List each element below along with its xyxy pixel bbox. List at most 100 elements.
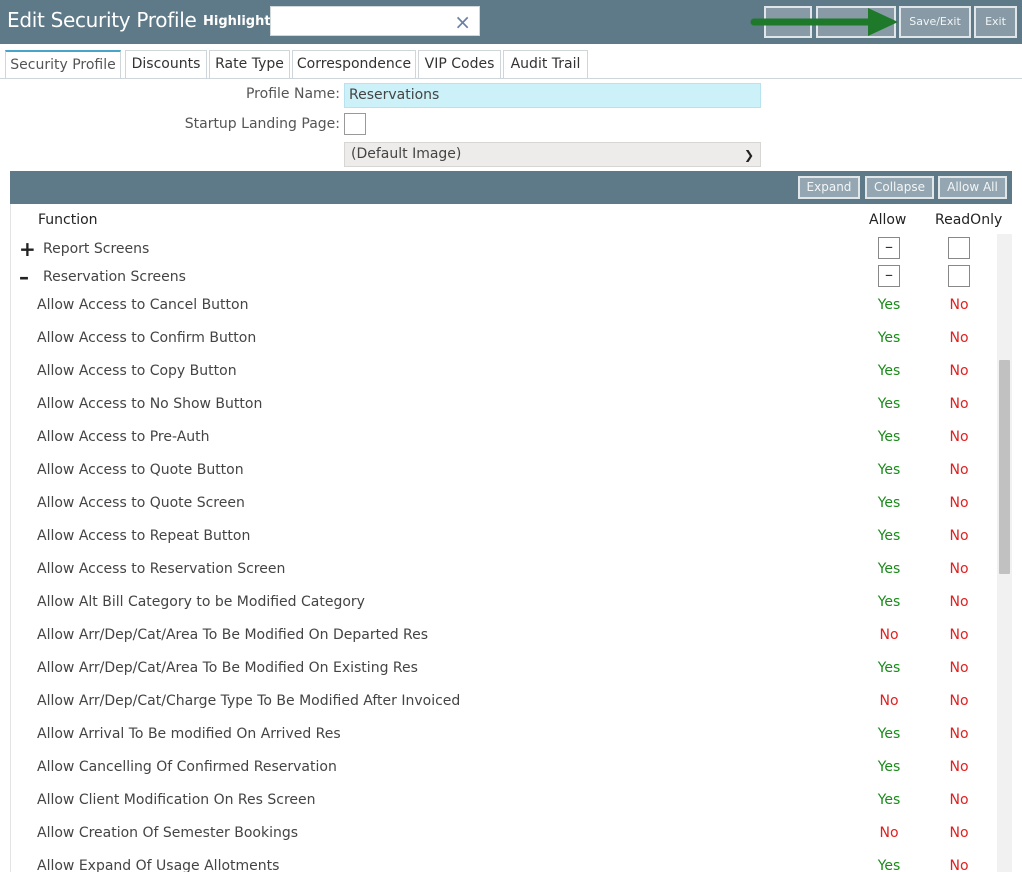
- readonly-value[interactable]: No: [934, 759, 984, 775]
- function-name: Allow Access to Confirm Button: [37, 330, 257, 346]
- tab-bar: Security Profile Discounts Rate Type Cor…: [0, 44, 1022, 79]
- scrollbar-thumb[interactable]: [999, 360, 1010, 574]
- readonly-value[interactable]: No: [934, 297, 984, 313]
- function-name: Allow Arr/Dep/Cat/Area To Be Modified On…: [37, 627, 429, 643]
- readonly-value[interactable]: No: [934, 792, 984, 808]
- function-name: Allow Access to Repeat Button: [37, 528, 251, 544]
- readonly-value[interactable]: No: [934, 825, 984, 841]
- allow-value[interactable]: Yes: [864, 594, 914, 610]
- allow-value[interactable]: No: [864, 825, 914, 841]
- tab-audit-trail[interactable]: Audit Trail: [503, 50, 588, 79]
- function-name: Allow Access to No Show Button: [37, 396, 263, 412]
- allow-value[interactable]: Yes: [864, 726, 914, 742]
- group-row[interactable]: – Reservation Screens –: [11, 264, 1001, 292]
- group-readonly-box[interactable]: [948, 237, 970, 259]
- readonly-value[interactable]: No: [934, 330, 984, 346]
- tab-rate-type[interactable]: Rate Type: [209, 50, 290, 79]
- table-row: Allow Client Modification On Res Screen Y…: [11, 785, 996, 818]
- profile-name-label: Profile Name:: [245, 86, 340, 102]
- table-row: Allow Access to Quote Screen Yes No: [11, 488, 996, 521]
- highlight-input[interactable]: [271, 7, 441, 35]
- group-row[interactable]: + Report Screens –: [11, 236, 1001, 264]
- allow-value[interactable]: No: [864, 693, 914, 709]
- function-name: Allow Access to Reservation Screen: [37, 561, 286, 577]
- allow-value[interactable]: Yes: [864, 495, 914, 511]
- column-header-readonly: ReadOnly: [935, 212, 1003, 228]
- tab-discounts[interactable]: Discounts: [125, 50, 207, 79]
- table-row: Allow Access to Copy Button Yes No: [11, 356, 996, 389]
- function-name: Allow Arr/Dep/Cat/Charge Type To Be Modi…: [37, 693, 461, 709]
- column-header-function: Function: [38, 212, 98, 228]
- collapse-icon[interactable]: –: [19, 265, 29, 289]
- allow-all-button[interactable]: Allow All: [938, 176, 1007, 199]
- allow-value[interactable]: Yes: [864, 396, 914, 412]
- readonly-value[interactable]: No: [934, 627, 984, 643]
- table-row: Allow Expand Of Usage Allotments Yes No: [11, 851, 996, 872]
- readonly-value[interactable]: No: [934, 528, 984, 544]
- collapse-button[interactable]: Collapse: [865, 176, 934, 199]
- readonly-value[interactable]: No: [934, 726, 984, 742]
- profile-name-input[interactable]: Reservations: [344, 83, 761, 108]
- tab-divider: [0, 78, 1022, 79]
- allow-value[interactable]: Yes: [864, 429, 914, 445]
- page-title: Edit Security Profile: [7, 8, 197, 32]
- image-select[interactable]: (Default Image) ❯: [344, 142, 761, 167]
- column-header-allow: Allow: [869, 212, 907, 228]
- allow-value[interactable]: Yes: [864, 660, 914, 676]
- readonly-value[interactable]: No: [934, 495, 984, 511]
- permissions-grid: Function Allow ReadOnly + Report Screens –…: [10, 204, 1012, 872]
- tab-correspondence[interactable]: Correspondence: [292, 50, 416, 79]
- allow-value[interactable]: Yes: [864, 561, 914, 577]
- allow-value[interactable]: Yes: [864, 858, 914, 872]
- readonly-value[interactable]: No: [934, 363, 984, 379]
- allow-value[interactable]: Yes: [864, 363, 914, 379]
- group-label: Report Screens: [43, 241, 150, 257]
- clear-icon[interactable]: ×: [454, 10, 471, 34]
- group-label: Reservation Screens: [43, 269, 186, 285]
- table-row: Allow Arr/Dep/Cat/Area To Be Modified On…: [11, 620, 996, 653]
- function-name: Allow Expand Of Usage Allotments: [37, 858, 280, 872]
- save-exit-button[interactable]: Save/Exit: [899, 6, 971, 38]
- readonly-value[interactable]: No: [934, 561, 984, 577]
- exit-button[interactable]: Exit: [974, 6, 1017, 38]
- allow-value[interactable]: Yes: [864, 759, 914, 775]
- readonly-value[interactable]: No: [934, 858, 984, 872]
- function-name: Allow Arr/Dep/Cat/Area To Be Modified On…: [37, 660, 418, 676]
- table-row: Allow Access to Pre-Auth Yes No: [11, 422, 996, 455]
- chevron-down-icon: ❯: [743, 148, 754, 162]
- table-row: Allow Arr/Dep/Cat/Charge Type To Be Modi…: [11, 686, 996, 719]
- table-row: Allow Access to No Show Button Yes No: [11, 389, 996, 422]
- function-name: Allow Access to Pre-Auth: [37, 429, 210, 445]
- readonly-value[interactable]: No: [934, 660, 984, 676]
- startup-landing-checkbox[interactable]: [344, 113, 366, 135]
- readonly-value[interactable]: No: [934, 396, 984, 412]
- expand-icon[interactable]: +: [19, 237, 36, 261]
- highlight-field: ×: [270, 6, 480, 36]
- arrow-annotation-icon: [750, 8, 898, 36]
- tab-vip-codes[interactable]: VIP Codes: [418, 50, 501, 79]
- function-name: Allow Alt Bill Category to be Modified C…: [37, 594, 365, 610]
- table-row: Allow Access to Repeat Button Yes No: [11, 521, 996, 554]
- allow-value[interactable]: Yes: [864, 462, 914, 478]
- readonly-value[interactable]: No: [934, 462, 984, 478]
- readonly-value[interactable]: No: [934, 693, 984, 709]
- readonly-value[interactable]: No: [934, 429, 984, 445]
- group-allow-box[interactable]: –: [878, 237, 900, 259]
- startup-landing-label: Startup Landing Page:: [184, 116, 340, 132]
- tab-security-profile[interactable]: Security Profile: [5, 50, 121, 79]
- allow-value[interactable]: Yes: [864, 792, 914, 808]
- group-allow-box[interactable]: –: [878, 265, 900, 287]
- allow-value[interactable]: Yes: [864, 528, 914, 544]
- table-row: Allow Creation Of Semester Bookings No No: [11, 818, 996, 851]
- allow-value[interactable]: Yes: [864, 297, 914, 313]
- table-row: Allow Access to Quote Button Yes No: [11, 455, 996, 488]
- table-row: Allow Arrival To Be modified On Arrived …: [11, 719, 996, 752]
- readonly-value[interactable]: No: [934, 594, 984, 610]
- group-readonly-box[interactable]: [948, 265, 970, 287]
- expand-button[interactable]: Expand: [798, 176, 860, 199]
- grid-toolbar: Expand Collapse Allow All: [10, 171, 1012, 204]
- allow-value[interactable]: Yes: [864, 330, 914, 346]
- function-name: Allow Access to Copy Button: [37, 363, 237, 379]
- table-row: Allow Cancelling Of Confirmed Reservatio…: [11, 752, 996, 785]
- allow-value[interactable]: No: [864, 627, 914, 643]
